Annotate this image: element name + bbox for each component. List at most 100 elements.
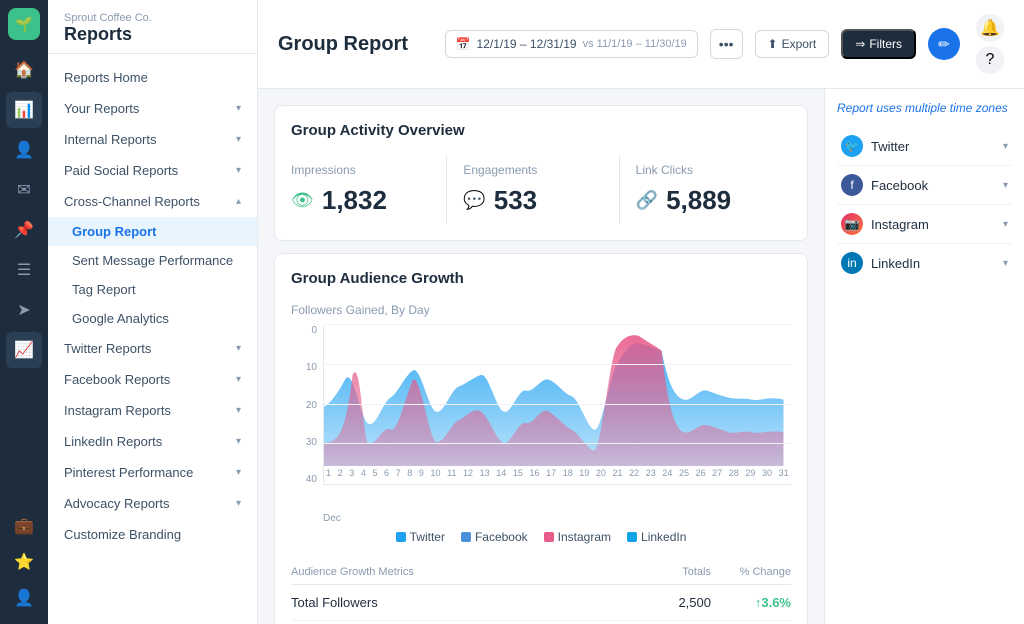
chevron-icon: ▾ <box>236 467 241 478</box>
timezone-link[interactable]: multiple <box>905 101 946 115</box>
export-button[interactable]: ⬆ Export <box>755 30 830 58</box>
publish-icon[interactable]: 📌 <box>6 212 42 248</box>
audience-title: Group Audience Growth <box>291 270 791 287</box>
inbox-icon[interactable]: ✉ <box>6 172 42 208</box>
icon-rail: 🌱 🏠 📊 👤 ✉ 📌 ☰ ➤ 📈 💼 ⭐ 👤 <box>0 0 48 624</box>
stat-link-clicks: Link Clicks 🔗 5,889 <box>620 155 791 224</box>
chevron-icon: ▾ <box>236 374 241 385</box>
channel-facebook[interactable]: f Facebook ▾ <box>837 166 1012 205</box>
chevron-down-icon: ▾ <box>1003 258 1008 269</box>
help-button[interactable]: ? <box>976 46 1004 74</box>
impressions-value: 1,832 <box>322 185 387 216</box>
chevron-icon: ▾ <box>236 498 241 509</box>
link-clicks-value: 5,889 <box>666 185 731 216</box>
sidebar: Sprout Coffee Co. Reports Reports Home Y… <box>48 0 258 624</box>
metrics-section: Audience Growth Metrics Totals % Change … <box>291 560 791 624</box>
user-avatar[interactable]: 👤 <box>6 580 42 616</box>
impressions-icon: 👁 <box>291 190 314 211</box>
sidebar-item-advocacy-reports[interactable]: Advocacy Reports ▾ <box>48 488 257 519</box>
engagements-icon: 💬 <box>463 190 485 211</box>
filters-button[interactable]: ⇒ Filters <box>841 29 916 59</box>
sidebar-item-cross-channel-reports[interactable]: Cross-Channel Reports ▴ <box>48 186 257 217</box>
channel-linkedin[interactable]: in LinkedIn ▾ <box>837 244 1012 282</box>
send-icon[interactable]: ➤ <box>6 292 42 328</box>
x-month-label: Dec <box>323 513 791 524</box>
vs-label: vs 11/1/19 – 11/30/19 <box>583 38 687 50</box>
metrics-header: Audience Growth Metrics Totals % Change <box>291 560 791 585</box>
chart-legend: Twitter Facebook Instagram LinkedIn <box>291 530 791 544</box>
sidebar-item-linkedin-reports[interactable]: LinkedIn Reports ▾ <box>48 426 257 457</box>
sidebar-item-instagram-reports[interactable]: Instagram Reports ▾ <box>48 395 257 426</box>
sidebar-item-facebook-reports[interactable]: Facebook Reports ▾ <box>48 364 257 395</box>
activity-overview-card: Group Activity Overview Impressions 👁 1,… <box>274 105 808 241</box>
stat-engagements: Engagements 💬 533 <box>447 155 619 224</box>
sidebar-item-pinterest-performance[interactable]: Pinterest Performance ▾ <box>48 457 257 488</box>
sidebar-item-customize-branding[interactable]: Customize Branding <box>48 519 257 550</box>
legend-twitter: Twitter <box>396 530 445 544</box>
activity-title: Group Activity Overview <box>291 122 791 139</box>
sidebar-item-twitter-reports[interactable]: Twitter Reports ▾ <box>48 333 257 364</box>
chevron-down-icon: ▾ <box>1003 180 1008 191</box>
table-row: Total Followers 2,500 ↑3.6% <box>291 585 791 621</box>
linkedin-icon: in <box>841 252 863 274</box>
home-icon[interactable]: 🏠 <box>6 52 42 88</box>
sidebar-item-tag-report[interactable]: Tag Report <box>48 275 257 304</box>
chevron-icon: ▾ <box>236 103 241 114</box>
audience-growth-card: Group Audience Growth Followers Gained, … <box>274 253 808 624</box>
calendar-icon: 📅 <box>456 37 471 51</box>
chevron-icon: ▾ <box>236 405 241 416</box>
sidebar-item-paid-social-reports[interactable]: Paid Social Reports ▾ <box>48 155 257 186</box>
main-content: Group Report 📅 12/1/19 – 12/31/19 vs 11/… <box>258 0 1024 624</box>
stats-row: Impressions 👁 1,832 Engagements 💬 533 <box>291 155 791 224</box>
sidebar-item-group-report[interactable]: Group Report <box>48 217 257 246</box>
main-header: Group Report 📅 12/1/19 – 12/31/19 vs 11/… <box>258 0 1024 89</box>
chart-area: 1 2 3 4 5 6 7 8 9 10 11 12 13 <box>323 325 791 485</box>
chevron-icon: ▾ <box>236 436 241 447</box>
chevron-icon: ▾ <box>236 343 241 354</box>
timezone-note: Report uses multiple time zones <box>837 101 1012 115</box>
chart-subtitle: Followers Gained, By Day <box>291 303 791 317</box>
impressions-label: Impressions <box>291 163 430 177</box>
sidebar-item-internal-reports[interactable]: Internal Reports ▾ <box>48 124 257 155</box>
more-options-button[interactable]: ••• <box>710 29 743 59</box>
sidebar-nav: Reports Home Your Reports ▾ Internal Rep… <box>48 54 257 558</box>
twitter-icon: 🐦 <box>841 135 863 157</box>
app-logo: 🌱 <box>8 8 40 40</box>
user-menu-button[interactable]: ✏ <box>928 28 960 60</box>
page-title: Group Report <box>278 33 433 56</box>
export-icon: ⬆ <box>768 37 778 51</box>
reports-icon[interactable]: 📊 <box>6 92 42 128</box>
date-range-button[interactable]: 📅 12/1/19 – 12/31/19 vs 11/1/19 – 11/30/… <box>445 30 698 58</box>
main-panel: Group Activity Overview Impressions 👁 1,… <box>258 89 824 624</box>
tasks-icon[interactable]: ☰ <box>6 252 42 288</box>
chevron-icon: ▾ <box>236 134 241 145</box>
instagram-icon: 📷 <box>841 213 863 235</box>
chevron-down-icon: ▾ <box>1003 141 1008 152</box>
content-area: Group Activity Overview Impressions 👁 1,… <box>258 89 1024 624</box>
legend-instagram: Instagram <box>544 530 611 544</box>
sidebar-item-your-reports[interactable]: Your Reports ▾ <box>48 93 257 124</box>
chevron-down-icon: ▾ <box>1003 219 1008 230</box>
channel-instagram[interactable]: 📷 Instagram ▾ <box>837 205 1012 244</box>
sidebar-title: Reports <box>64 24 241 45</box>
analytics-icon[interactable]: 📈 <box>6 332 42 368</box>
chart-container: 40 30 20 10 0 <box>291 325 791 505</box>
chevron-up-icon: ▴ <box>236 196 241 207</box>
legend-facebook: Facebook <box>461 530 528 544</box>
suitcase-icon[interactable]: 💼 <box>6 508 42 544</box>
notifications-button[interactable]: 🔔 <box>976 14 1004 42</box>
profile-icon[interactable]: 👤 <box>6 132 42 168</box>
engagements-label: Engagements <box>463 163 602 177</box>
link-clicks-label: Link Clicks <box>636 163 775 177</box>
facebook-icon: f <box>841 174 863 196</box>
sidebar-item-google-analytics[interactable]: Google Analytics <box>48 304 257 333</box>
channel-twitter[interactable]: 🐦 Twitter ▾ <box>837 127 1012 166</box>
legend-linkedin: LinkedIn <box>627 530 686 544</box>
sidebar-item-sent-message[interactable]: Sent Message Performance <box>48 246 257 275</box>
company-name: Sprout Coffee Co. <box>64 12 241 24</box>
sidebar-item-reports-home[interactable]: Reports Home <box>48 62 257 93</box>
star-icon[interactable]: ⭐ <box>6 544 42 580</box>
y-axis: 40 30 20 10 0 <box>291 325 321 485</box>
sidebar-header: Sprout Coffee Co. Reports <box>48 0 257 54</box>
chevron-icon: ▾ <box>236 165 241 176</box>
